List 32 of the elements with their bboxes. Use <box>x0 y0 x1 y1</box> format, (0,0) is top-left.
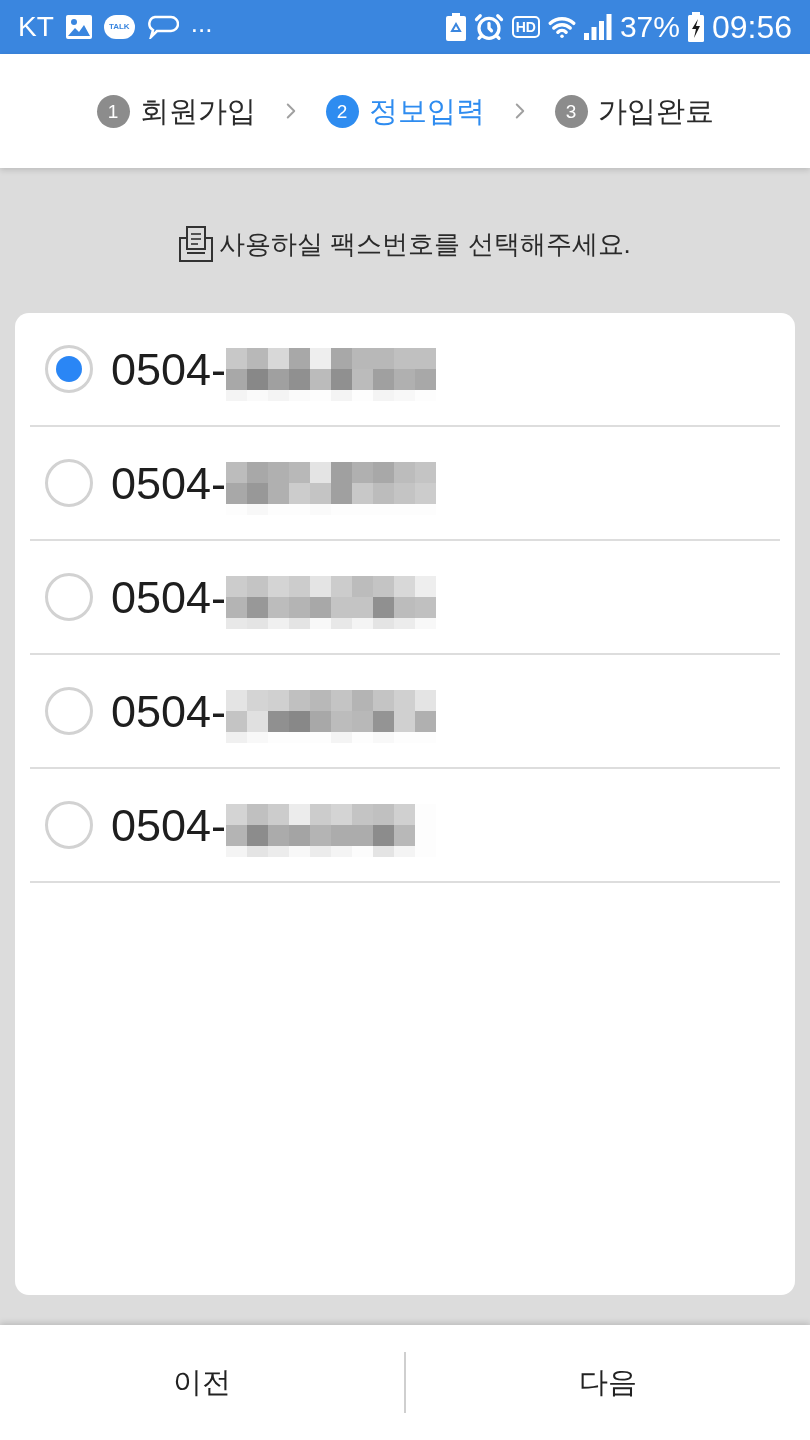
speech-bubble-icon <box>146 15 179 39</box>
radio-button[interactable] <box>45 459 93 507</box>
radio-button[interactable] <box>45 687 93 735</box>
radio-button[interactable] <box>45 801 93 849</box>
battery-charging-icon <box>687 12 704 42</box>
radio-button[interactable] <box>45 345 93 393</box>
step-number-badge: 2 <box>325 94 359 128</box>
battery-saver-icon <box>445 13 466 41</box>
chat-bubble-icon: TALK <box>103 15 135 39</box>
step-number-badge: 1 <box>96 94 130 128</box>
document-tray-icon <box>179 226 214 262</box>
carrier-name: KT <box>18 13 54 41</box>
fax-number: 0504- <box>111 802 227 848</box>
clock-time: 09:56 <box>711 11 792 43</box>
fax-number: 0504- <box>111 688 227 734</box>
step-label: 가입완료 <box>597 96 714 126</box>
fax-number: 0504- <box>111 460 227 506</box>
radio-button[interactable] <box>45 573 93 621</box>
image-icon <box>65 15 92 39</box>
alarm-clock-icon <box>473 12 504 42</box>
fax-number: 0504- <box>111 346 227 392</box>
battery-percentage: 37% <box>619 12 680 42</box>
hd-voice-indicator: HD <box>511 16 540 38</box>
step-label: 정보입력 <box>368 96 485 126</box>
step-label: 회원가입 <box>139 96 256 126</box>
previous-button[interactable]: 이전 <box>0 1325 404 1440</box>
signal-icon <box>583 14 612 40</box>
next-button[interactable]: 다음 <box>406 1325 810 1440</box>
fax-number: 0504- <box>111 574 227 620</box>
instruction-text: 사용하실 팩스번호를 선택해주세요. <box>219 228 631 261</box>
step-number-badge: 3 <box>554 94 588 128</box>
more-notifications: ... <box>190 10 213 36</box>
